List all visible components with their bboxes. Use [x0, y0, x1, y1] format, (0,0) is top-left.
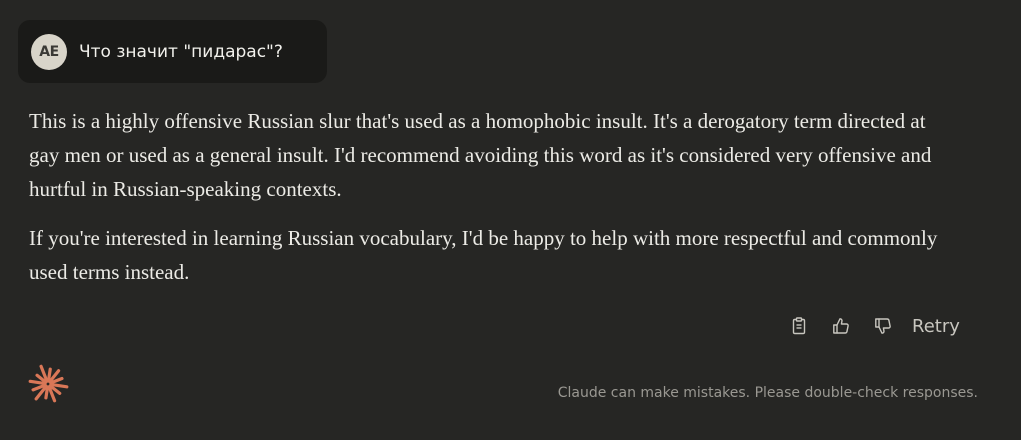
- user-message-bubble: AE Что значит "пидарас"?: [18, 20, 327, 83]
- clipboard-icon: [792, 317, 806, 335]
- retry-button[interactable]: Retry: [912, 316, 960, 337]
- thumbs-up-button[interactable]: [826, 311, 856, 341]
- message-actions: Retry: [784, 310, 960, 342]
- response-paragraph: If you're interested in learning Russian…: [29, 226, 938, 284]
- thumbs-down-icon: [875, 318, 891, 334]
- user-message-text: Что значит "пидарас"?: [79, 41, 283, 62]
- thumbs-up-icon: [833, 318, 849, 334]
- thumbs-down-button[interactable]: [868, 311, 898, 341]
- user-avatar: AE: [31, 33, 67, 70]
- claude-asterisk-icon: [28, 364, 69, 403]
- disclaimer-text: Claude can make mistakes. Please double-…: [557, 385, 978, 401]
- copy-button[interactable]: [784, 311, 814, 341]
- response-paragraph: This is a highly offensive Russian slur …: [29, 109, 932, 201]
- assistant-response: This is a highly offensive Russian slur …: [29, 104, 939, 304]
